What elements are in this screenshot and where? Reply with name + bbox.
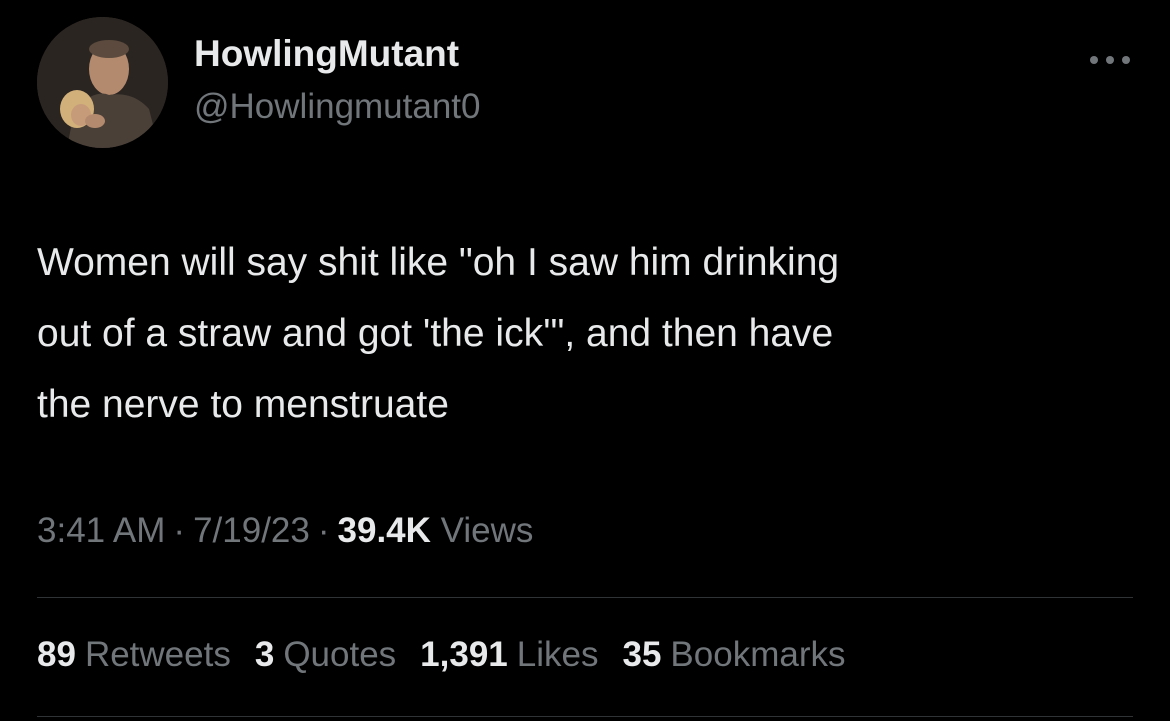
divider — [37, 597, 1133, 598]
retweets-stat[interactable]: 89 Retweets — [37, 635, 231, 675]
meta-separator: · — [317, 511, 330, 550]
retweets-count: 89 — [37, 635, 76, 674]
divider — [37, 716, 1133, 717]
views-count: 39.4K — [337, 511, 431, 550]
tweet-date[interactable]: 7/19/23 — [193, 511, 310, 550]
bookmarks-label: Bookmarks — [670, 635, 846, 674]
quotes-label: Quotes — [283, 635, 397, 674]
bookmarks-stat[interactable]: 35 Bookmarks — [622, 635, 845, 675]
retweets-label: Retweets — [84, 635, 231, 674]
bookmarks-count: 35 — [622, 635, 662, 674]
profile-photo — [37, 17, 168, 148]
tweet-time[interactable]: 3:41 AM — [37, 511, 165, 550]
quotes-count: 3 — [254, 635, 275, 674]
engagement-stats: 89 Retweets 3 Quotes 1,391 Likes 35 Bookmark… — [37, 635, 845, 675]
likes-count: 1,391 — [420, 635, 508, 674]
tweet-meta: 3:41 AM · 7/19/23 · 39.4K Views — [37, 511, 533, 551]
quotes-stat[interactable]: 3 Quotes — [255, 635, 396, 675]
likes-stat[interactable]: 1,391 Likes — [420, 635, 598, 675]
more-options-button[interactable] — [1082, 38, 1138, 82]
avatar[interactable] — [37, 17, 168, 148]
views-label: Views — [440, 511, 534, 550]
meta-separator: · — [173, 511, 186, 550]
tweet-text: Women will say shit like "oh I saw him d… — [37, 241, 840, 426]
more-horizontal-icon — [1090, 56, 1130, 64]
likes-label: Likes — [516, 635, 599, 674]
user-handle[interactable]: @Howlingmutant0 — [194, 87, 481, 127]
display-name[interactable]: HowlingMutant — [194, 33, 459, 75]
